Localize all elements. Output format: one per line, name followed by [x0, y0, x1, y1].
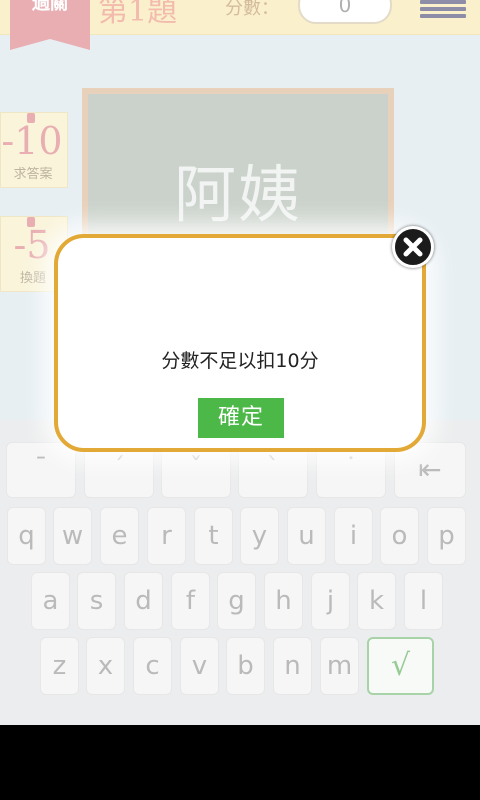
app-screen: 過關 第1題 分數： 0 -10 求答案 -5 換題 阿姨 ˉ ˊ ˇ ˋ ˙ … — [0, 0, 480, 725]
dialog-message: 分數不足以扣10分 — [161, 350, 319, 372]
alert-dialog: 分數不足以扣10分 確定 — [54, 234, 426, 452]
close-icon[interactable] — [392, 226, 434, 268]
confirm-button[interactable]: 確定 — [198, 398, 284, 438]
